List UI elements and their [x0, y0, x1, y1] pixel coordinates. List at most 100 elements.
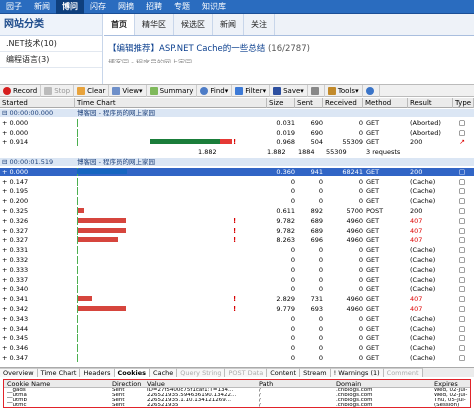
col-type[interactable]: Type [453, 98, 474, 108]
result-cell: 407 [410, 295, 423, 304]
col-sent[interactable]: Sent [295, 98, 323, 108]
detail-tab[interactable]: Cookies [114, 368, 151, 377]
page-group-row[interactable]: ⊟ 00:00:01.519 博客园 - 程序员的网上家园 [0, 158, 474, 166]
method-cell: GET [366, 138, 380, 147]
started-cell: + 0.000 [2, 118, 29, 127]
request-row[interactable]: + 0.343 0 0 0 GET (Cache) ▢ [0, 314, 474, 323]
warning-mark: ! [233, 216, 237, 225]
method-cell: GET [366, 128, 380, 137]
stop-button[interactable]: Stop [41, 84, 75, 97]
topnav-item[interactable]: 网摘 [112, 0, 140, 14]
request-row[interactable]: + 0.147 0 0 0 GET (Cache) ▢ [0, 177, 474, 186]
sent-cell: 0 [318, 314, 323, 323]
topnav-item[interactable]: 闪存 [84, 0, 112, 14]
headline-text[interactable]: 【编辑推荐】ASP.NET Cache的一些总结 [108, 44, 265, 54]
method-cell: GET [366, 265, 380, 274]
topnav-item[interactable]: 园子 [0, 0, 28, 14]
detail-tab[interactable]: ! Warnings (1) [330, 368, 384, 377]
recv-cell: 0 [358, 324, 363, 333]
request-row[interactable]: + 0.914 0.968 504 55309 GET 200! ↗ [0, 138, 474, 147]
tab-2[interactable]: 候选区 [174, 14, 213, 35]
method-cell: GET [366, 256, 380, 264]
page-group-row[interactable]: ⊟ 00:00:00.000 博客园 - 程序员的网上家园 [0, 109, 474, 117]
tab-0[interactable]: 首页 [104, 14, 135, 35]
sent-cell: 0 [318, 334, 323, 343]
request-row[interactable]: + 0.332 0 0 0 GET (Cache) ▢ [0, 256, 474, 264]
result-cell: (Cache) [410, 265, 436, 274]
request-row[interactable]: + 0.000 0.031 690 0 GET (Aborted) ▢ [0, 118, 474, 127]
request-row[interactable]: + 0.326 9.782 689 4960 GET 407! ▢ [0, 216, 474, 225]
request-row[interactable]: + 0.327 9.782 689 4960 GET 407! ▢ [0, 226, 474, 235]
cookie-col-header[interactable]: Domain [336, 380, 396, 388]
col-received[interactable]: Received [323, 98, 363, 108]
request-row[interactable]: + 0.337 0 0 0 GET (Cache) ▢ [0, 275, 474, 284]
topnav-item[interactable]: 博问 [56, 0, 84, 14]
save-button[interactable]: Save ▾ [270, 84, 308, 97]
request-row[interactable]: + 0.333 0 0 0 GET (Cache) ▢ [0, 265, 474, 274]
request-row[interactable]: + 0.200 0 0 0 GET (Cache) ▢ [0, 197, 474, 206]
detail-tab[interactable]: Comment [383, 368, 423, 377]
detail-tab[interactable]: Overview [0, 368, 38, 377]
request-row[interactable]: + 0.344 0 0 0 GET (Cache) ▢ [0, 324, 474, 333]
timing-bar [78, 306, 126, 311]
cookie-col-header[interactable]: Value [147, 380, 237, 388]
request-row[interactable]: + 0.325 0.611 892 5700 POST 200 ▢ [0, 207, 474, 215]
view-button[interactable]: View ▾ [109, 84, 147, 97]
topnav-item[interactable]: 新闻 [28, 0, 56, 14]
col-method[interactable]: Method [363, 98, 408, 108]
cookie-col-header[interactable]: Cookie Name [7, 380, 62, 388]
request-row[interactable]: + 0.331 0 0 0 GET (Cache) ▢ [0, 246, 474, 255]
request-row[interactable]: + 0.340 0 0 0 GET (Cache) ▢ [0, 285, 474, 294]
request-row[interactable]: + 0.195 0 0 0 GET (Cache) ▢ [0, 187, 474, 196]
detail-tab[interactable]: POST Data [225, 368, 268, 377]
filter-button[interactable]: Filter ▾ [232, 84, 271, 97]
clear-button[interactable]: Clear [74, 84, 110, 97]
cookie-col-header[interactable]: Expires [434, 380, 470, 388]
request-row[interactable]: + 0.345 0 0 0 GET (Cache) ▢ [0, 334, 474, 343]
summary-row[interactable]: 1.882 1.882 1884 55309 3 requests [0, 148, 474, 156]
warning-mark: ! [233, 138, 237, 147]
detail-tab[interactable]: Cache [150, 368, 178, 377]
detail-tab[interactable]: Headers [80, 368, 115, 377]
content-type-icon: ▢ [458, 207, 466, 215]
topnav-item[interactable]: 知识库 [196, 0, 232, 14]
cookie-dir: Sent [112, 403, 125, 408]
chart-start-line [77, 177, 78, 186]
cookie-col-header[interactable]: Direction [112, 380, 152, 388]
detail-tab[interactable]: Time Chart [37, 368, 81, 377]
request-row[interactable]: + 0.346 0 0 0 GET (Cache) ▢ [0, 344, 474, 353]
request-row[interactable]: + 0.000 0.360 941 68241 GET 200 ▢ [0, 167, 474, 176]
tab-1[interactable]: 精华区 [135, 14, 174, 35]
request-row[interactable]: + 0.341 2.829 731 4960 GET 407! ▢ [0, 295, 474, 304]
detail-tab[interactable]: Stream [300, 368, 331, 377]
started-cell: ⊟ 00:00:00.000 [2, 109, 54, 117]
tab-3[interactable]: 新闻 [213, 14, 244, 35]
detail-tab[interactable]: Content [267, 368, 301, 377]
col-time-chart[interactable]: Time Chart [75, 98, 267, 108]
col-result[interactable]: Result [408, 98, 453, 108]
detail-tab[interactable]: Query String [177, 368, 226, 377]
tools-button[interactable]: Tools ▾ [325, 84, 363, 97]
method-cell: POST [366, 207, 384, 215]
summary-button[interactable]: Summary [147, 84, 198, 97]
headline[interactable]: 【编辑推荐】ASP.NET Cache的一些总结 (16/2787) [104, 36, 474, 54]
tab-4[interactable]: 关注 [244, 14, 275, 35]
print-button[interactable] [308, 84, 325, 97]
sidebar-item-dotnet[interactable]: .NET技术(10) [0, 36, 102, 52]
sidebar: 网站分类 .NET技术(10) 编程语言(3) [0, 14, 103, 84]
request-row[interactable]: + 0.347 0 0 0 GET (Cache) ▢ [0, 354, 474, 362]
sidebar-item-languages[interactable]: 编程语言(3) [0, 52, 102, 68]
find-button[interactable]: Find ▾ [197, 84, 233, 97]
cookie-col-header[interactable]: Path [259, 380, 339, 388]
col-started[interactable]: Started [0, 98, 75, 108]
topnav-item[interactable]: 专题 [168, 0, 196, 14]
cookie-row[interactable]: __utmc Sent 226521935 / .cnblogs.com (Session… [4, 403, 470, 408]
topnav-item[interactable]: 招聘 [140, 0, 168, 14]
content-type-icon: ▢ [458, 295, 466, 304]
request-row[interactable]: + 0.000 0.019 690 0 GET (Aborted) ▢ [0, 128, 474, 137]
col-size[interactable]: Size [267, 98, 295, 108]
record-button[interactable]: Record [0, 84, 42, 97]
request-row[interactable]: + 0.342 9.779 693 4960 GET 407! ▢ [0, 305, 474, 313]
request-row[interactable]: + 0.327 8.263 696 4960 GET 407! ▢ [0, 236, 474, 245]
help-button[interactable] [363, 84, 380, 97]
